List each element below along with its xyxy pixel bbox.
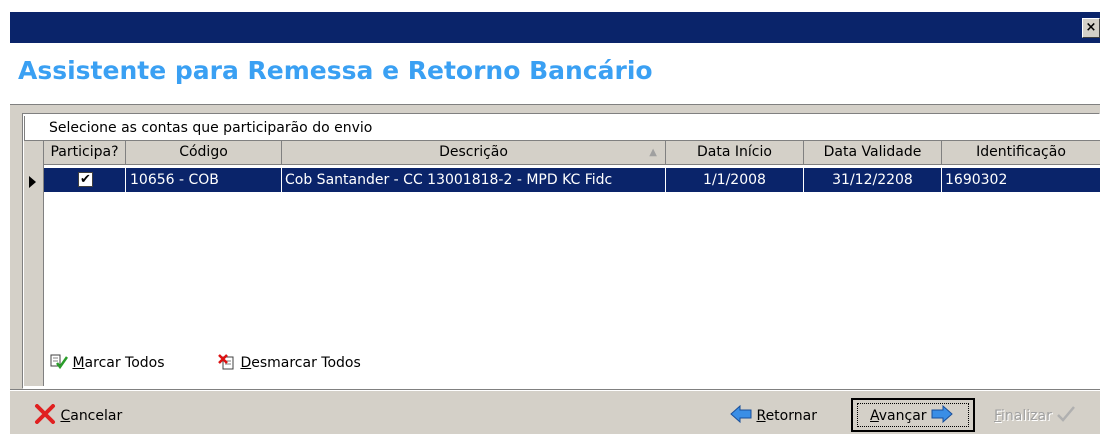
avancar-mnemonic: A <box>870 408 879 424</box>
finalizar-check-icon <box>1056 403 1076 422</box>
column-header-identificacao[interactable]: Identificação <box>942 141 1100 164</box>
arrow-left-icon <box>730 403 752 424</box>
finalizar-label: inalizar <box>1001 408 1052 424</box>
arrow-right-icon <box>931 403 953 424</box>
cell-identificacao: 1690302 <box>945 172 1008 188</box>
marcar-todos-icon <box>50 354 69 370</box>
column-header-data-validade[interactable]: Data Validade <box>804 141 942 164</box>
cancelar-mnemonic: C <box>60 408 71 424</box>
footer-separator <box>10 389 1100 391</box>
grid-header: Participa? Código Descrição ▲ Data Iníci… <box>44 141 1100 165</box>
cell-data-validade: 31/12/2208 <box>804 168 942 192</box>
marcar-todos-label: arcar Todos <box>84 355 165 371</box>
grid-caption: Selecione as contas que participarão do … <box>24 116 1100 141</box>
cell-codigo: 10656 - COB <box>126 168 282 192</box>
row-pointer-icon <box>29 176 36 188</box>
finalizar-mnemonic: F <box>994 408 1002 424</box>
desmarcar-todos-label: esmarcar Todos <box>251 355 361 371</box>
desmarcar-todos-icon <box>218 354 236 370</box>
column-header-descricao-label: Descrição <box>439 144 508 160</box>
table-row[interactable]: 10656 - COB Cob Santander - CC 13001818-… <box>44 168 1100 192</box>
wizard-title: Assistente para Remessa e Retorno Bancár… <box>18 56 653 85</box>
close-icon[interactable]: × <box>1086 20 1097 35</box>
retornar-label: etornar <box>765 408 817 424</box>
column-header-descricao[interactable]: Descrição ▲ <box>282 141 666 164</box>
cancel-x-icon <box>34 404 56 424</box>
cell-descricao: Cob Santander - CC 13001818-2 - MPD KC F… <box>282 168 666 192</box>
avancar-label: vançar <box>878 408 927 424</box>
avancar-button-content[interactable]: Avançar <box>870 400 953 432</box>
marcar-todos-mnemonic: M <box>72 355 85 371</box>
column-header-data-inicio[interactable]: Data Início <box>666 141 804 164</box>
finalizar-button[interactable]: Finalizar <box>994 400 1076 432</box>
desmarcar-todos-mnemonic: D <box>240 355 252 371</box>
grid-caption-text: Selecione as contas que participarão do … <box>49 120 373 136</box>
check-icon: ✔ <box>80 172 91 187</box>
cancelar-button[interactable]: Cancelar <box>34 400 122 432</box>
header-separator <box>10 104 1100 105</box>
title-bar[interactable]: × <box>10 12 1100 43</box>
column-header-participa[interactable]: Participa? <box>44 141 126 164</box>
participa-checkbox[interactable]: ✔ <box>78 172 93 187</box>
retornar-button[interactable]: Retornar <box>730 400 817 432</box>
close-button[interactable]: × <box>1082 18 1100 38</box>
marcar-todos-link[interactable]: Marcar Todos <box>50 354 165 371</box>
sort-asc-icon: ▲ <box>649 147 657 158</box>
retornar-mnemonic: R <box>756 408 766 424</box>
cell-data-inicio: 1/1/2008 <box>666 168 804 192</box>
column-header-codigo[interactable]: Código <box>126 141 282 164</box>
cancelar-label: ancelar <box>70 408 123 424</box>
desmarcar-todos-link[interactable]: Desmarcar Todos <box>218 354 361 371</box>
